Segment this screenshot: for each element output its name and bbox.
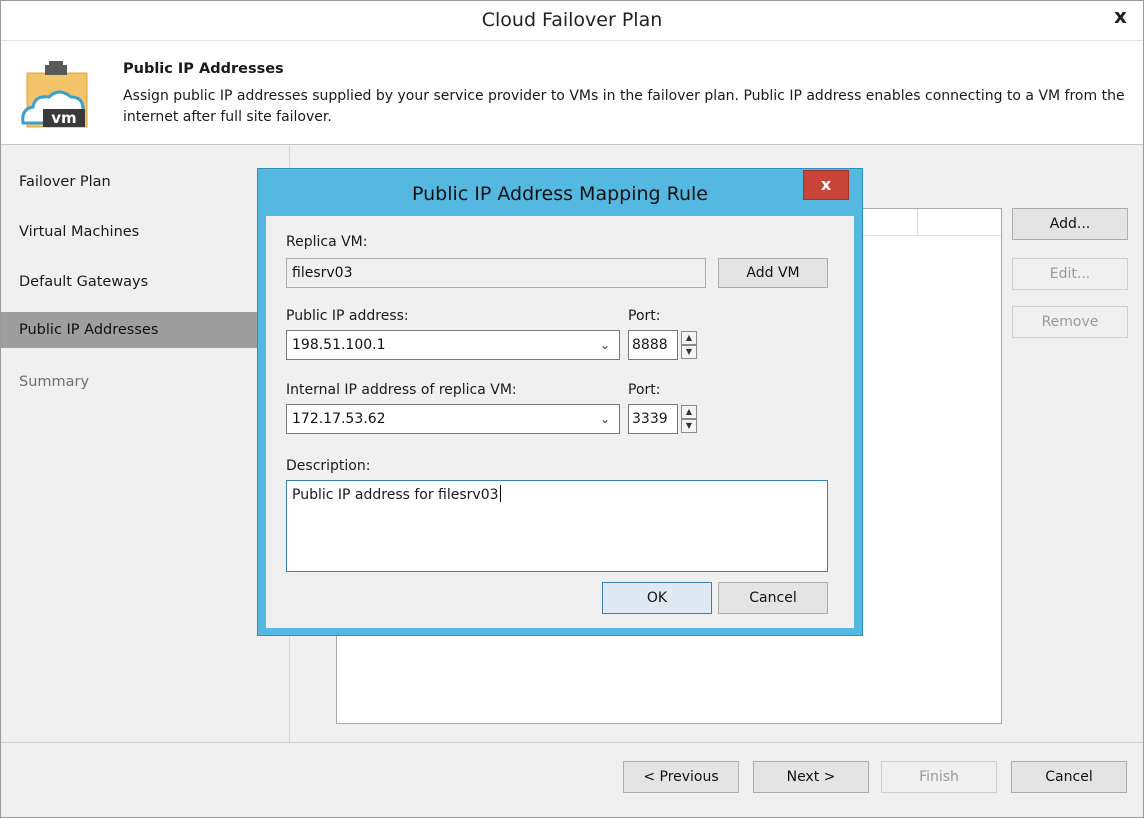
description-text: Public IP address for filesrv03: [292, 487, 499, 503]
sidebar-item-virtual-machines[interactable]: Virtual Machines: [1, 214, 270, 250]
replica-vm-label: Replica VM:: [286, 234, 368, 250]
remove-button[interactable]: Remove: [1012, 306, 1128, 338]
description-label: Description:: [286, 458, 371, 474]
internal-ip-select[interactable]: 172.17.53.62 ⌄: [286, 404, 620, 434]
public-ip-label: Public IP address:: [286, 308, 409, 324]
add-button[interactable]: Add...: [1012, 208, 1128, 240]
dialog-close-button[interactable]: x: [803, 170, 849, 200]
chevron-down-icon[interactable]: ⌄: [597, 331, 613, 359]
description-textarea[interactable]: Public IP address for filesrv03: [286, 480, 828, 572]
public-ip-select[interactable]: 198.51.100.1 ⌄: [286, 330, 620, 360]
next-button[interactable]: Next >: [753, 761, 869, 793]
text-cursor: [499, 485, 501, 502]
internal-ip-label: Internal IP address of replica VM:: [286, 382, 517, 398]
window-title: Cloud Failover Plan: [481, 9, 663, 31]
spin-down-icon[interactable]: ▼: [681, 345, 697, 359]
spin-down-icon[interactable]: ▼: [681, 419, 697, 433]
public-port-label: Port:: [628, 308, 661, 324]
add-vm-button[interactable]: Add VM: [718, 258, 828, 288]
sidebar-item-default-gateways[interactable]: Default Gateways: [1, 264, 270, 300]
page-description: Assign public IP addresses supplied by y…: [123, 88, 1125, 125]
internal-ip-value: 172.17.53.62: [292, 411, 386, 427]
edit-button[interactable]: Edit...: [1012, 258, 1128, 290]
dialog-body: Replica VM: filesrv03 Add VM Public IP a…: [266, 216, 854, 628]
public-port-input[interactable]: 8888: [628, 330, 678, 360]
page-title: Public IP Addresses: [123, 61, 284, 77]
page-header: vm Public IP Addresses Assign public IP …: [1, 41, 1143, 145]
sidebar-item-summary: Summary: [19, 374, 90, 390]
internal-port-label: Port:: [628, 382, 661, 398]
internal-port-spin-arrows[interactable]: ▲ ▼: [681, 405, 697, 433]
cancel-button[interactable]: Cancel: [1011, 761, 1127, 793]
svg-text:vm: vm: [51, 109, 76, 127]
wizard-footer: < Previous Next > Finish Cancel: [1, 742, 1143, 817]
dialog-cancel-button[interactable]: Cancel: [718, 582, 828, 614]
finish-button[interactable]: Finish: [881, 761, 997, 793]
public-ip-mapping-rule-dialog: Public IP Address Mapping Rule x Replica…: [257, 168, 863, 636]
window-close-button[interactable]: x: [1099, 1, 1142, 33]
replica-vm-field: filesrv03: [286, 258, 706, 288]
ok-button[interactable]: OK: [602, 582, 712, 614]
public-port-stepper[interactable]: 8888 ▲ ▼: [628, 330, 698, 360]
internal-port-input[interactable]: 3339: [628, 404, 678, 434]
chevron-down-icon[interactable]: ⌄: [597, 405, 613, 433]
public-port-spin-arrows[interactable]: ▲ ▼: [681, 331, 697, 359]
column-divider: [917, 209, 918, 235]
sidebar-item-failover-plan[interactable]: Failover Plan: [1, 164, 270, 200]
sidebar-item-public-ip-addresses[interactable]: Public IP Addresses: [1, 312, 270, 348]
spin-up-icon[interactable]: ▲: [681, 405, 697, 419]
cloud-vm-icon: vm: [19, 57, 89, 129]
wizard-steps-sidebar: Failover Plan Virtual Machines Default G…: [1, 146, 288, 742]
previous-button[interactable]: < Previous: [623, 761, 739, 793]
public-ip-value: 198.51.100.1: [292, 337, 386, 353]
dialog-title: Public IP Address Mapping Rule: [411, 183, 708, 205]
spin-up-icon[interactable]: ▲: [681, 331, 697, 345]
window-titlebar: Cloud Failover Plan x: [1, 1, 1143, 41]
internal-port-stepper[interactable]: 3339 ▲ ▼: [628, 404, 698, 434]
